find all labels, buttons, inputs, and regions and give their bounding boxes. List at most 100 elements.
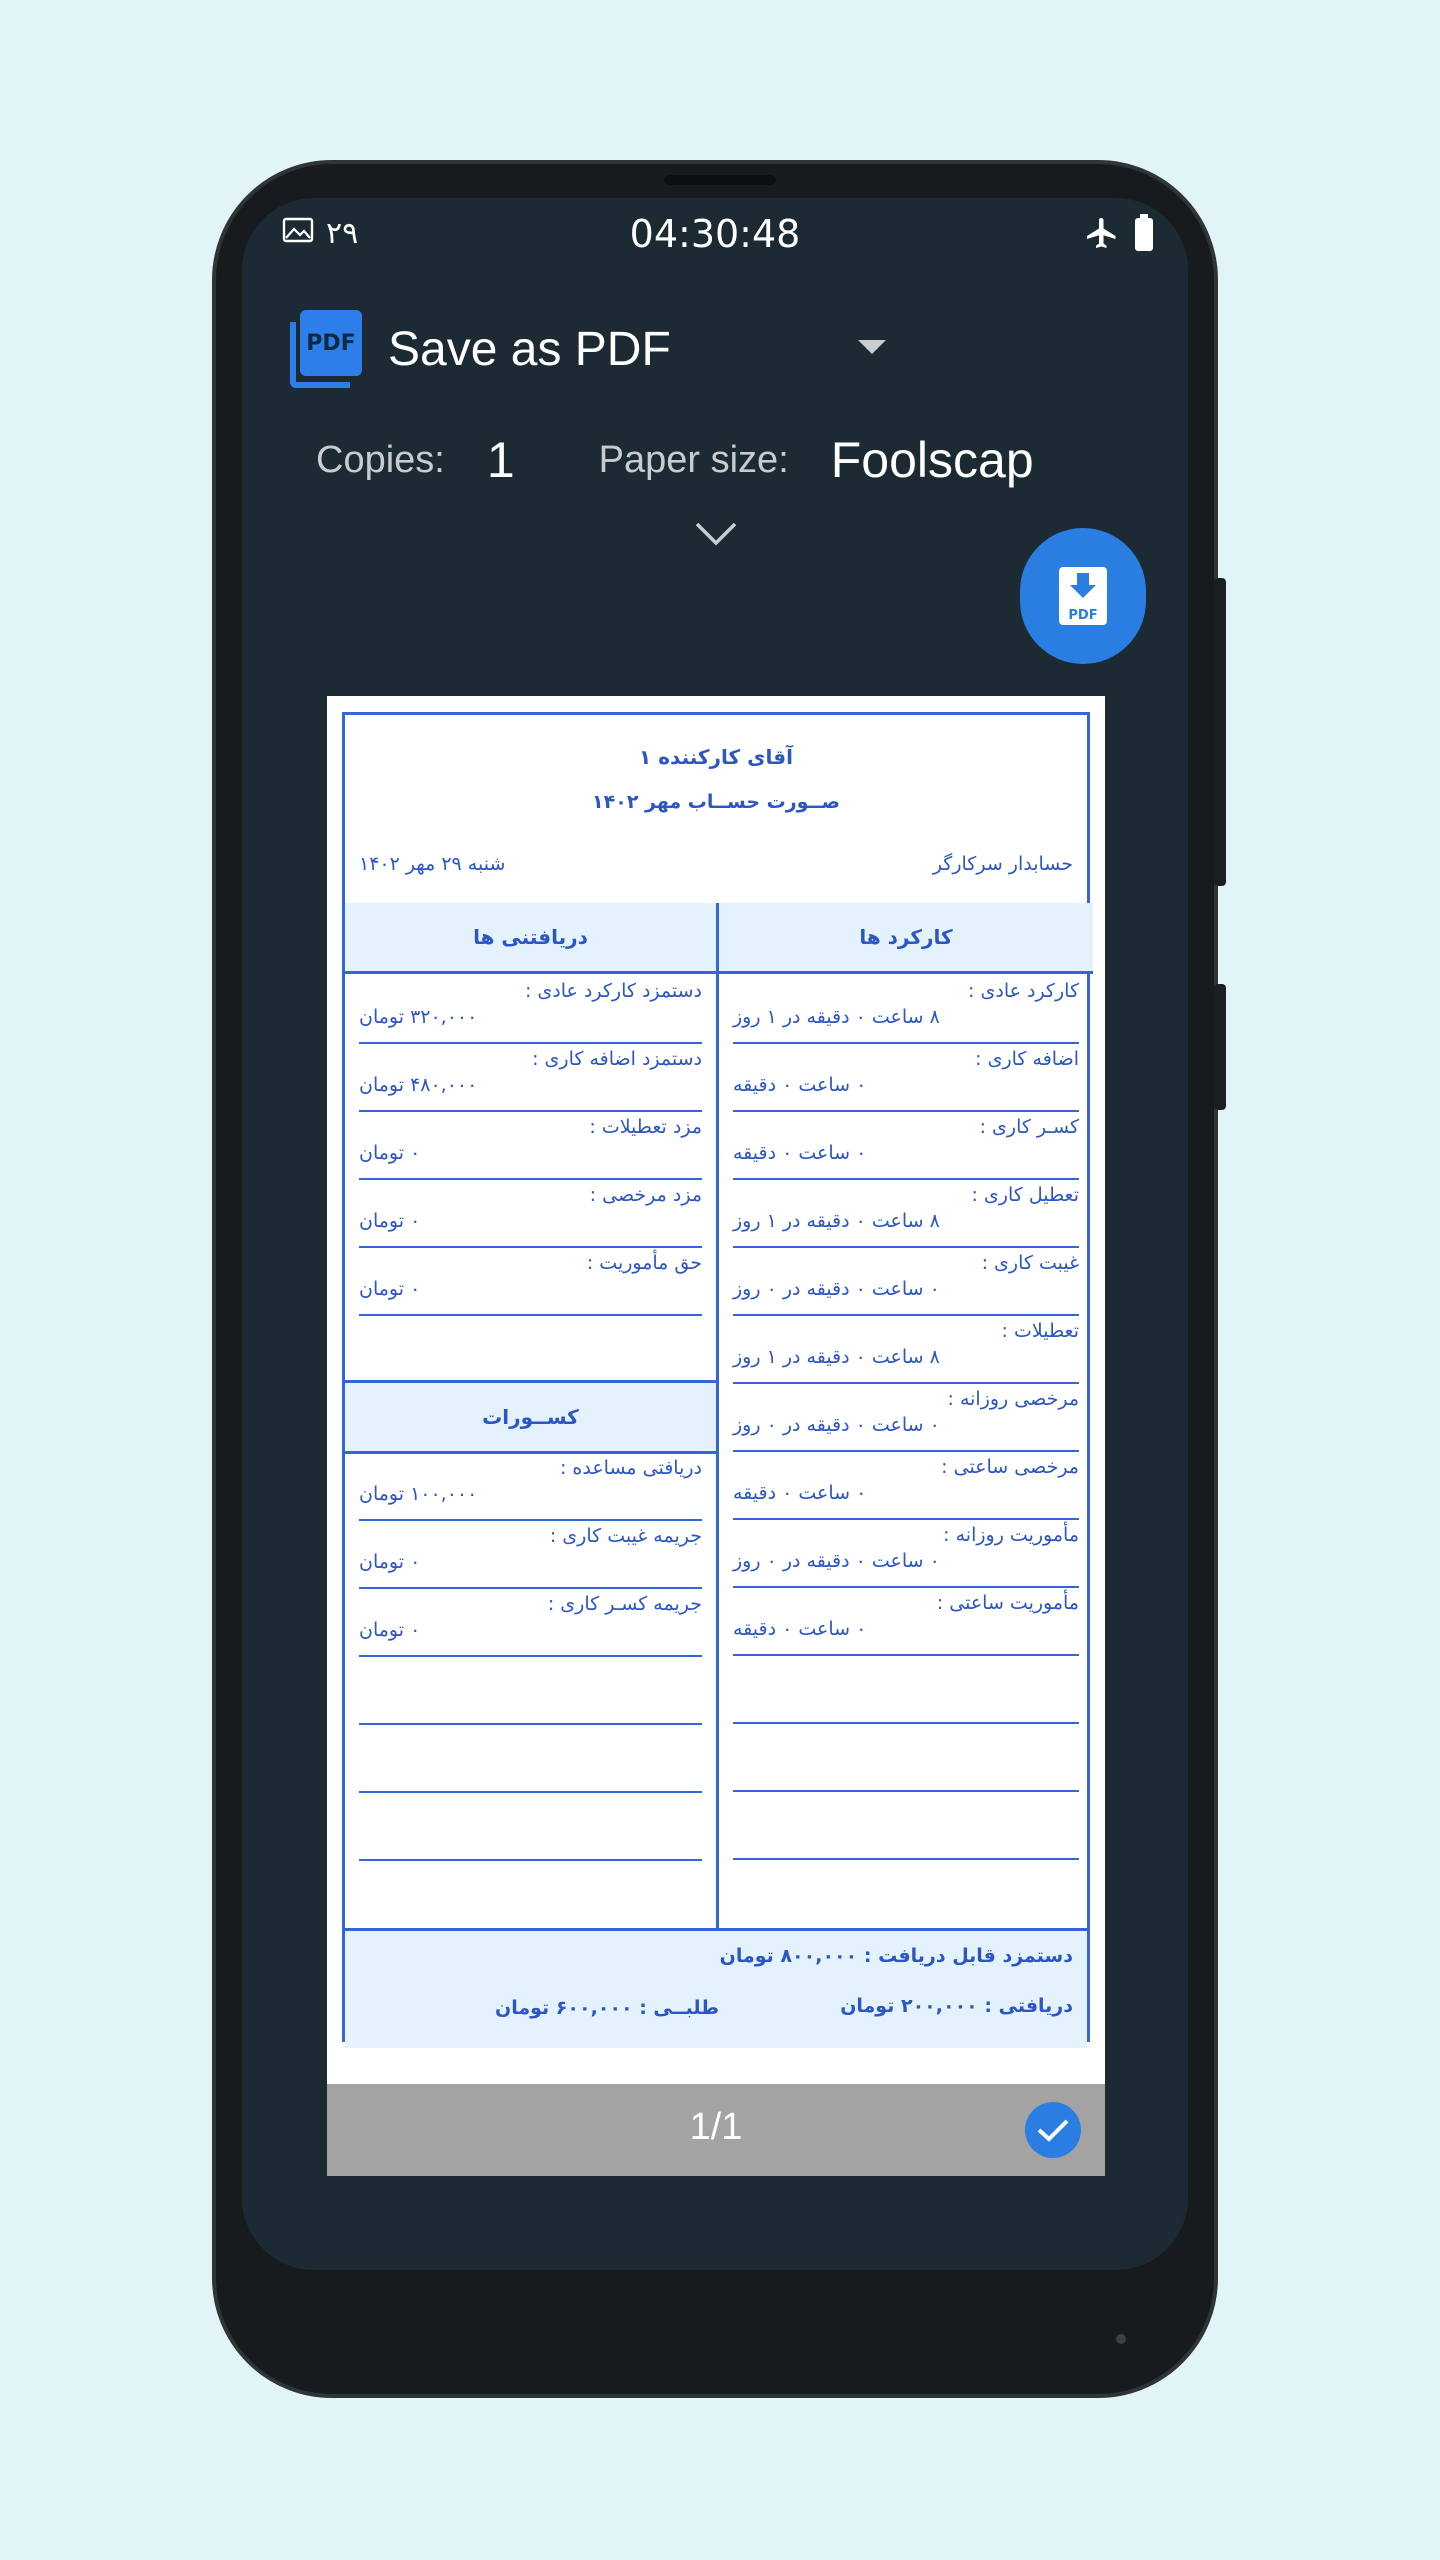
row-value: ۰ تومان xyxy=(359,1551,421,1573)
work-row: تعطیل کاری : ۸ ساعت ۰ دقیقه در ۱ روز xyxy=(733,1178,1079,1248)
row-label: کسـر کاری : xyxy=(979,1116,1079,1138)
empty-row xyxy=(359,1791,702,1861)
row-value: ۰ ساعت ۰ دقیقه xyxy=(733,1618,867,1640)
row-value: ۳۲۰,۰۰۰ تومان xyxy=(359,1006,478,1028)
printer-name: Save as PDF xyxy=(388,322,671,376)
income-row: دستمزد اضافه کاری : ۴۸۰,۰۰۰ تومان xyxy=(359,1042,702,1112)
download-pdf-icon: PDF xyxy=(1059,567,1107,625)
work-row: مرخصی ساعتی : ۰ ساعت ۰ دقیقه xyxy=(733,1450,1079,1520)
row-value: ۸ ساعت ۰ دقیقه در ۱ روز xyxy=(733,1346,940,1368)
row-value: ۰ تومان xyxy=(359,1142,421,1164)
deduction-row: دریافتی مساعده : ۱۰۰,۰۰۰ تومان xyxy=(359,1451,702,1521)
screen: ۲۹ 04:30:48 PDF Save as PDF Copies: 1 Pa… xyxy=(242,198,1188,2270)
work-section-header: کارکرد ها xyxy=(719,903,1093,974)
work-row: مأموریت روزانه :۰ ساعت ۰ دقیقه در ۰ روز xyxy=(733,1518,1079,1588)
balance-total: طلبــی : ۶۰۰,۰۰۰ تومان xyxy=(495,1997,720,2019)
row-value: ۰ ساعت ۰ دقیقه xyxy=(733,1482,867,1504)
row-label: مرخصی ساعتی : xyxy=(941,1456,1079,1478)
row-value: ۰ ساعت ۰ دقیقه xyxy=(733,1142,867,1164)
deductions-section-header: کســورات xyxy=(345,1380,716,1454)
row-value: ۰ تومان xyxy=(359,1619,421,1641)
work-row: مرخصی روزانه : ۰ ساعت ۰ دقیقه در ۰ روز xyxy=(733,1382,1079,1452)
row-value: ۰ تومان xyxy=(359,1278,421,1300)
totals-footer: دستمزد قابل دریافت : ۸۰۰,۰۰۰ تومان دریاف… xyxy=(345,1928,1087,2048)
battery-icon xyxy=(1134,214,1154,256)
work-row: تعطیلات : ۸ ساعت ۰ دقیقه در ۱ روز xyxy=(733,1314,1079,1384)
power-button xyxy=(1214,984,1226,1110)
row-label: دریافتی مساعده : xyxy=(559,1457,702,1479)
printer-selector[interactable]: PDF Save as PDF xyxy=(290,310,671,388)
row-label: مرخصی روزانه : xyxy=(947,1388,1079,1410)
row-label: غیبت کاری : xyxy=(981,1252,1079,1274)
print-options-summary: Copies: 1 Paper size: Foolscap xyxy=(316,430,1188,490)
received-total: دریافتی : ۲۰۰,۰۰۰ تومان xyxy=(840,1995,1073,2017)
payslip-document: آقای کارکننده ۱ صــورت حســاب مهر ۱۴۰۲ ح… xyxy=(342,712,1093,2048)
income-row: حق مأموریت : ۰ تومان xyxy=(359,1246,702,1316)
row-label: جریمه کسـر کاری : xyxy=(547,1593,702,1615)
work-row: اضافه کاری : ۰ ساعت ۰ دقیقه xyxy=(733,1042,1079,1112)
row-label: اضافه کاری : xyxy=(975,1048,1079,1070)
deduction-row: جریمه غیبت کاری : ۰ تومان xyxy=(359,1519,702,1589)
payable-total: دستمزد قابل دریافت : ۸۰۰,۰۰۰ تومان xyxy=(719,1945,1073,1967)
row-label: مزد مرخصی : xyxy=(589,1184,702,1206)
page-counter: 1/1 xyxy=(689,2106,743,2148)
page-selector-bar: 1/1 xyxy=(327,2084,1105,2176)
row-label: تعطیل کاری : xyxy=(971,1184,1079,1206)
income-section-header: دریافتنی ها xyxy=(345,903,716,974)
empty-row xyxy=(359,1723,702,1793)
dropdown-arrow-icon[interactable] xyxy=(858,340,886,354)
pdf-logo-front: PDF xyxy=(300,310,362,376)
row-value: ۰ ساعت ۰ دقیقه xyxy=(733,1074,867,1096)
row-value: ۰ ساعت ۰ دقیقه در ۰ روز xyxy=(733,1414,940,1436)
work-row: مأموریت ساعتی : ۰ ساعت ۰ دقیقه xyxy=(733,1586,1079,1656)
row-label: دستمزد کارکرد عادی : xyxy=(524,980,702,1002)
page-selected-checkbox[interactable] xyxy=(1025,2102,1081,2158)
deduction-row: جریمه کسـر کاری : ۰ تومان xyxy=(359,1587,702,1657)
microphone-hole xyxy=(1116,2334,1126,2344)
work-row: غیبت کاری : ۰ ساعت ۰ دقیقه در ۰ روز xyxy=(733,1246,1079,1316)
row-value: ۸ ساعت ۰ دقیقه در ۱ روز xyxy=(733,1210,940,1232)
document-header: آقای کارکننده ۱ صــورت حســاب مهر ۱۴۰۲ ح… xyxy=(345,715,1087,906)
income-row: مزد مرخصی : ۰ تومان xyxy=(359,1178,702,1248)
earpiece xyxy=(664,175,776,185)
statement-subtitle: صــورت حســاب مهر ۱۴۰۲ xyxy=(592,791,840,813)
row-label: مزد تعطیلات : xyxy=(589,1116,702,1138)
row-value: ۰ ساعت ۰ دقیقه در ۰ روز xyxy=(733,1550,940,1572)
download-pdf-button[interactable]: PDF xyxy=(1020,528,1146,664)
row-value: ۱۰۰,۰۰۰ تومان xyxy=(359,1483,478,1505)
check-icon xyxy=(1037,2119,1069,2142)
volume-button xyxy=(1214,578,1226,886)
empty-row xyxy=(733,1722,1079,1792)
work-column: کارکرد ها کارکرد عادی : ۸ ساعت ۰ دقیقه در… xyxy=(716,903,1093,1928)
copies-value: 1 xyxy=(486,432,515,488)
pdf-printer-icon: PDF xyxy=(290,310,362,388)
status-right xyxy=(1084,214,1154,256)
income-row: دستمزد کارکرد عادی : ۳۲۰,۰۰۰ تومان xyxy=(359,974,702,1044)
accountant-label: حسابدار سرکارگر xyxy=(932,853,1073,875)
empty-row xyxy=(733,1790,1079,1860)
page-preview[interactable]: آقای کارکننده ۱ صــورت حســاب مهر ۱۴۰۲ ح… xyxy=(327,696,1105,2084)
row-label: کارکرد عادی : xyxy=(968,980,1079,1002)
row-value: ۸ ساعت ۰ دقیقه در ۱ روز xyxy=(733,1006,940,1028)
row-value: ۰ ساعت ۰ دقیقه در ۰ روز xyxy=(733,1278,940,1300)
paper-size-value: Foolscap xyxy=(830,432,1034,488)
expand-options-chevron-icon[interactable] xyxy=(694,520,738,552)
employee-title: آقای کارکننده ۱ xyxy=(639,745,793,769)
empty-row xyxy=(733,1654,1079,1724)
airplane-mode-icon xyxy=(1084,214,1120,256)
document-date: شنبه ۲۹ مهر ۱۴۰۲ xyxy=(359,853,506,875)
row-label: حق مأموریت : xyxy=(586,1252,702,1274)
income-row: مزد تعطیلات : ۰ تومان xyxy=(359,1110,702,1180)
clock: 04:30:48 xyxy=(629,212,801,256)
empty-row xyxy=(359,1655,702,1725)
paper-size-label: Paper size: xyxy=(598,438,789,481)
copies-label: Copies: xyxy=(316,438,445,481)
row-label: تعطیلات : xyxy=(1001,1320,1079,1342)
row-label: جریمه غیبت کاری : xyxy=(549,1525,702,1547)
status-bar: ۲۹ 04:30:48 xyxy=(242,198,1188,268)
row-label: دستمزد اضافه کاری : xyxy=(532,1048,702,1070)
work-row: کسـر کاری : ۰ ساعت ۰ دقیقه xyxy=(733,1110,1079,1180)
fab-pdf-label: PDF xyxy=(1068,608,1097,623)
row-value: ۰ تومان xyxy=(359,1210,421,1232)
work-row: کارکرد عادی : ۸ ساعت ۰ دقیقه در ۱ روز xyxy=(733,974,1079,1044)
